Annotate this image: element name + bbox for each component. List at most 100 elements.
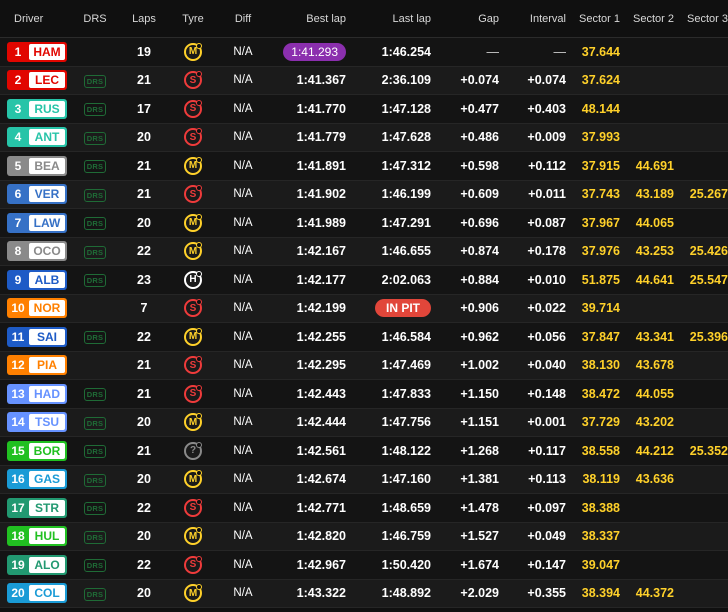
- tyre-age-marker: [196, 99, 202, 106]
- table-row[interactable]: 14 TSU DRS 20 M N/A 1:42.444 1:47.756 +1.151 +0.0…: [0, 408, 728, 437]
- diff-value: N/A: [233, 473, 253, 486]
- tyre-letter: S: [189, 131, 197, 143]
- best-lap-cell: 1:42.295: [274, 358, 346, 372]
- best-lap-cell: 1:42.177: [274, 273, 346, 287]
- table-row[interactable]: 13 HAD DRS 21 S N/A 1:42.443 1:47.833 +1.150 +0.1…: [0, 380, 728, 409]
- sector-1-value: 37.967: [581, 215, 620, 230]
- table-row[interactable]: 16 GAS DRS 20 M N/A 1:42.674 1:47.160 +1.381 +0.1…: [0, 465, 728, 494]
- best-lap-cell: 1:42.167: [274, 244, 346, 258]
- driver-badge[interactable]: 16 GAS: [7, 469, 67, 490]
- driver-code: TSU: [29, 414, 65, 431]
- sector-1-value: 38.558: [581, 443, 620, 458]
- driver-badge[interactable]: 4 ANT: [7, 127, 67, 148]
- best-lap-cell: 1:41.293: [274, 42, 346, 61]
- sector-1-value: 38.472: [581, 386, 620, 401]
- driver-badge[interactable]: 11 SAI: [7, 326, 67, 347]
- diff-value: N/A: [233, 501, 253, 514]
- last-lap-cell: 1:47.128: [346, 102, 431, 116]
- driver-cell: 7 LAW: [0, 212, 76, 233]
- table-row[interactable]: 8 OCO DRS 22 M N/A 1:42.167 1:46.655 +0.874 +0.17…: [0, 237, 728, 266]
- driver-badge[interactable]: 9 ALB: [7, 269, 67, 290]
- driver-badge[interactable]: 10 NOR: [7, 298, 67, 319]
- header-tyre[interactable]: Tyre: [174, 13, 212, 25]
- driver-badge[interactable]: 14 TSU: [7, 412, 67, 433]
- drs-cell: DRS: [76, 415, 114, 430]
- header-sector-1[interactable]: Sector 1: [566, 13, 620, 25]
- drs-cell: DRS: [76, 472, 114, 487]
- drs-cell: DRS: [76, 130, 114, 145]
- driver-badge[interactable]: 20 COL: [7, 583, 67, 604]
- header-sector-3[interactable]: Sector 3: [674, 13, 728, 25]
- driver-cell: 8 OCO: [0, 241, 76, 262]
- driver-badge[interactable]: 3 RUS: [7, 98, 67, 119]
- tyre-compound-icon: S: [184, 185, 202, 204]
- table-row[interactable]: 15 BOR DRS 21? N/A 1:42.561 1:48.122 +1.268 +0.1…: [0, 437, 728, 466]
- last-lap-value: 1:47.628: [381, 130, 431, 145]
- interval-value: +0.001: [527, 415, 566, 430]
- header-drs[interactable]: DRS: [76, 13, 114, 25]
- diff-value: N/A: [233, 102, 253, 115]
- last-lap-value: 1:47.756: [381, 415, 431, 430]
- driver-badge[interactable]: 12 PIA: [7, 355, 67, 376]
- driver-badge[interactable]: 13 HAD: [7, 383, 67, 404]
- header-interval[interactable]: Interval: [499, 13, 566, 25]
- table-row[interactable]: 10 NOR 7 S N/A 1:42.199 IN PIT +0.906 +0.022 39.7…: [0, 294, 728, 323]
- driver-badge[interactable]: 1 HAM: [7, 41, 67, 62]
- last-lap-cell: 1:48.122: [346, 444, 431, 458]
- header-last-lap[interactable]: Last lap: [346, 13, 431, 25]
- driver-badge[interactable]: 6 VER: [7, 184, 67, 205]
- table-row[interactable]: 5 BEA DRS 21 M N/A 1:41.891 1:47.312 +0.598 +0.11…: [0, 152, 728, 181]
- header-sector-2[interactable]: Sector 2: [620, 13, 674, 25]
- tyre-age-marker: [196, 470, 202, 477]
- header-gap[interactable]: Gap: [431, 13, 499, 25]
- table-row[interactable]: 12 PIA 21 S N/A 1:42.295 1:47.469 +1.002 +0.040 3…: [0, 351, 728, 380]
- header-driver[interactable]: Driver: [0, 13, 76, 25]
- table-row[interactable]: 19 ALO DRS 22 S N/A 1:42.967 1:50.420 +1.674 +0.1…: [0, 551, 728, 580]
- sector-2-value: 44.691: [635, 158, 674, 173]
- tyre-compound-icon: S: [184, 384, 202, 403]
- position-number: 2: [14, 73, 22, 88]
- table-row[interactable]: 9 ALB DRS 23 H N/A 1:42.177 2:02.063 +0.884 +0.01…: [0, 266, 728, 295]
- driver-cell: 20 COL: [0, 583, 76, 604]
- sector-1-value: 39.047: [581, 557, 620, 572]
- driver-badge[interactable]: 2 LEC: [7, 70, 67, 91]
- table-row[interactable]: 1 HAM 19 M N/A 1:41.293 1:46.254 — — 37.644: [0, 38, 728, 67]
- best-lap-value: 1:42.295: [296, 358, 346, 373]
- header-best-lap[interactable]: Best lap: [274, 13, 346, 25]
- driver-badge[interactable]: 19 ALO: [7, 554, 67, 575]
- table-row[interactable]: 20 COL DRS 20 M N/A 1:43.322 1:48.892 +2.029 +0.3…: [0, 579, 728, 608]
- drs-cell: DRS: [76, 158, 114, 174]
- last-lap-cell: 1:46.759: [346, 529, 431, 543]
- table-row[interactable]: 3 RUS DRS 17 S N/A 1:41.770 1:47.128 +0.477 +0.40…: [0, 95, 728, 124]
- driver-badge[interactable]: 18 HUL: [7, 526, 67, 547]
- table-row[interactable]: 11 SAI DRS 22 M N/A 1:42.255 1:46.584 +0.962 +0.0…: [0, 323, 728, 352]
- last-lap-value: 1:47.160: [381, 472, 431, 487]
- table-row[interactable]: 4 ANT DRS 20 S N/A 1:41.779 1:47.628 +0.486 +0.00…: [0, 123, 728, 152]
- table-row[interactable]: 6 VER DRS 21 S N/A 1:41.902 1:46.199 +0.609 +0.01…: [0, 180, 728, 209]
- table-row[interactable]: 17 STR DRS 22 S N/A 1:42.771 1:48.659 +1.478 +0.0…: [0, 494, 728, 523]
- table-row[interactable]: 18 HUL DRS 20 M N/A 1:42.820 1:46.759 +1.527 +0.0…: [0, 522, 728, 551]
- tyre-age-marker: [196, 213, 202, 220]
- best-lap-cell: 1:41.902: [274, 187, 346, 201]
- header-diff[interactable]: Diff: [212, 13, 274, 25]
- sector-1-value: 38.394: [581, 586, 620, 601]
- driver-badge[interactable]: 5 BEA: [7, 155, 67, 176]
- laps-value: 20: [137, 472, 151, 487]
- tyre-age-marker: [196, 555, 202, 562]
- driver-badge[interactable]: 15 BOR: [7, 440, 67, 461]
- gap-value: —: [486, 44, 500, 59]
- driver-badge[interactable]: 7 LAW: [7, 212, 67, 233]
- drs-badge: DRS: [83, 331, 107, 345]
- last-lap-cell: 1:46.655: [346, 244, 431, 258]
- drs-cell: DRS: [76, 244, 114, 259]
- driver-badge[interactable]: 8 OCO: [7, 241, 67, 262]
- tyre-compound-icon: M: [184, 242, 202, 261]
- header-laps[interactable]: Laps: [114, 13, 174, 25]
- gap-value: +0.874: [460, 244, 499, 259]
- table-row[interactable]: 2 LEC DRS 21 S N/A 1:41.367 2:36.109 +0.074 +0.07…: [0, 66, 728, 95]
- driver-cell: 13 HAD: [0, 383, 76, 404]
- driver-badge[interactable]: 17 STR: [7, 497, 67, 518]
- sector-2-value: 43.678: [635, 358, 674, 373]
- table-row[interactable]: 7 LAW DRS 20 M N/A 1:41.989 1:47.291 +0.696 +0.08…: [0, 209, 728, 238]
- last-lap-cell: 1:48.892: [346, 586, 431, 600]
